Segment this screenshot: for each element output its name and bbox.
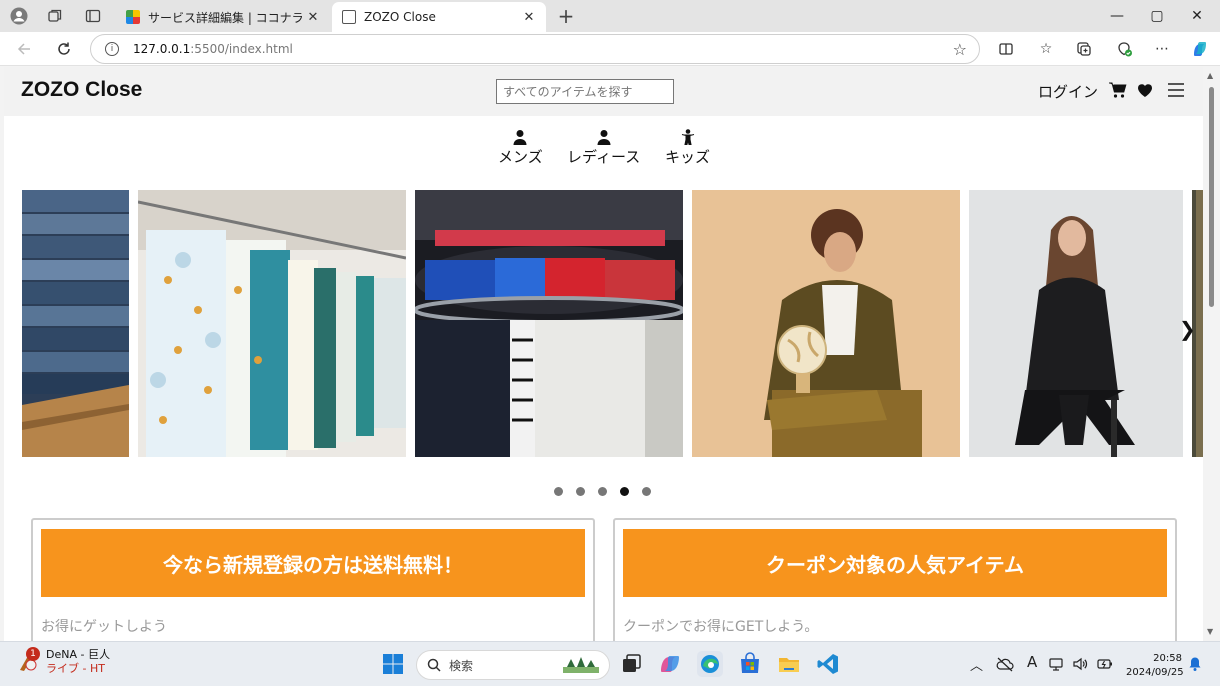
windows-start-icon[interactable] (380, 651, 406, 677)
collections-icon[interactable] (1072, 37, 1096, 61)
tab-coconala[interactable]: サービス詳細編集 | ココナラ ✕ (116, 2, 330, 32)
news-headline: DeNA - 巨人 (46, 648, 110, 661)
new-tab-button[interactable]: + (554, 4, 578, 28)
notification-badge: 1 (26, 647, 40, 661)
site-logo[interactable]: ZOZO Close (21, 78, 142, 102)
coconala-favicon-icon (126, 10, 140, 24)
clock-date: 2024/09/25 (1126, 667, 1184, 678)
child-icon (681, 129, 694, 145)
favorite-star-icon[interactable]: ☆ (953, 40, 967, 59)
url-path: :5500/index.html (190, 42, 293, 56)
network-icon[interactable] (1048, 656, 1064, 672)
scrollbar-thumb[interactable] (1209, 87, 1214, 307)
slide-woman-in-black-suit[interactable] (969, 190, 1183, 457)
close-tab-icon[interactable]: ✕ (302, 6, 324, 28)
ime-indicator[interactable]: A (1027, 653, 1037, 671)
notification-bell-icon[interactable] (1188, 656, 1202, 672)
show-hidden-icons[interactable]: ︿ (970, 655, 983, 674)
heart-icon[interactable] (1135, 80, 1155, 100)
split-screen-icon[interactable] (994, 37, 1018, 61)
slide-jeans-stack[interactable] (22, 190, 129, 457)
promo-subtitle: お得にゲットしよう (41, 619, 167, 635)
workspaces-icon[interactable] (44, 5, 66, 27)
page-favicon-icon (342, 10, 356, 24)
slide-round-clothing-rack[interactable] (415, 190, 683, 457)
site-header: ZOZO Close ログイン (4, 67, 1203, 116)
vscode-icon[interactable] (815, 651, 841, 677)
copilot-icon[interactable] (1188, 37, 1212, 61)
news-status: ライブ - HT (46, 662, 105, 675)
promo-banner-title: クーポン対象の人気アイテム (623, 529, 1167, 597)
tab-actions-icon[interactable] (82, 5, 104, 27)
close-window-button[interactable]: ✕ (1174, 0, 1220, 32)
category-ladies[interactable]: レディース (567, 129, 640, 167)
news-widget[interactable]: 1 DeNA - 巨人 ライブ - HT (16, 647, 110, 676)
tab-title: サービス詳細編集 | ココナラ (148, 10, 302, 25)
battery-icon[interactable] (1096, 656, 1114, 672)
tab-title: ZOZO Close (364, 10, 436, 24)
microsoft-store-icon[interactable] (737, 651, 763, 677)
user-icon (597, 130, 611, 145)
page-scrollbar[interactable]: ▲ ▼ (1203, 67, 1220, 641)
onedrive-offline-icon[interactable] (996, 656, 1014, 672)
browser-tab-bar: サービス詳細編集 | ココナラ ✕ ZOZO Close ✕ + — ▢ ✕ (0, 0, 1220, 32)
system-clock[interactable]: 20:58 2024/09/25 (1126, 652, 1184, 680)
profile-icon[interactable] (8, 5, 30, 27)
hamburger-menu-icon[interactable] (1166, 80, 1186, 100)
task-view-icon[interactable] (618, 651, 644, 677)
more-menu-icon[interactable]: ⋯ (1150, 37, 1174, 61)
taskbar-search-placeholder: 検索 (449, 658, 474, 673)
clock-time: 20:58 (1153, 653, 1182, 664)
carousel-next-arrow[interactable]: ❯ (1179, 317, 1196, 341)
login-link[interactable]: ログイン (1038, 81, 1098, 102)
promo-subtitle: クーポンでお得にGETしよう。 (623, 619, 819, 635)
carousel-dots (554, 487, 651, 496)
scroll-down-arrow-icon[interactable]: ▼ (1207, 627, 1213, 636)
category-kids[interactable]: キッズ (665, 129, 710, 167)
site-info-icon[interactable]: i (105, 42, 119, 56)
browser-essentials-icon[interactable] (1112, 37, 1136, 61)
url-field[interactable]: i 127.0.0.1:5500/index.html ☆ (90, 34, 980, 64)
promo-banner-title: 今なら新規登録の方は送料無料！ (41, 529, 585, 597)
address-toolbar: i 127.0.0.1:5500/index.html ☆ ☆ ⋯ (0, 32, 1220, 66)
windows-taskbar: 1 DeNA - 巨人 ライブ - HT 検索 ︿ A 20:58 2024/0… (0, 641, 1220, 686)
category-label: レディース (567, 148, 641, 166)
category-label: キッズ (665, 148, 711, 166)
search-highlight-icon (563, 657, 599, 673)
promo-card-free-shipping[interactable]: 今なら新規登録の方は送料無料！ お得にゲットしよう (31, 518, 595, 641)
search-icon (427, 658, 441, 672)
cart-icon[interactable] (1108, 80, 1128, 100)
image-carousel[interactable] (22, 190, 1203, 458)
close-tab-icon[interactable]: ✕ (518, 6, 540, 28)
url-host: 127.0.0.1 (133, 42, 191, 56)
tab-zozo-close[interactable]: ZOZO Close ✕ (332, 2, 546, 32)
carousel-dot[interactable] (598, 487, 607, 496)
carousel-dot-active[interactable] (620, 487, 629, 496)
user-icon (513, 130, 527, 145)
carousel-dot[interactable] (642, 487, 651, 496)
promo-card-coupon[interactable]: クーポン対象の人気アイテム クーポンでお得にGETしよう。 (613, 518, 1177, 641)
page-viewport: ZOZO Close ログイン メンズ レディース キッズ (4, 67, 1203, 641)
slide-baby-clothes-rack[interactable] (138, 190, 406, 457)
copilot-taskbar-icon[interactable] (657, 651, 683, 677)
volume-icon[interactable] (1072, 656, 1088, 672)
edge-browser-icon[interactable] (697, 651, 723, 677)
carousel-dot[interactable] (576, 487, 585, 496)
taskbar-search[interactable]: 検索 (416, 650, 610, 680)
favorites-icon[interactable]: ☆ (1034, 37, 1058, 61)
category-mens[interactable]: メンズ (498, 129, 543, 167)
category-label: メンズ (498, 148, 543, 166)
scroll-up-arrow-icon[interactable]: ▲ (1207, 71, 1213, 80)
carousel-dot[interactable] (554, 487, 563, 496)
back-button[interactable] (12, 37, 36, 61)
reload-button[interactable] (52, 37, 76, 61)
file-explorer-icon[interactable] (776, 651, 802, 677)
category-nav: メンズ レディース キッズ (4, 129, 1203, 171)
search-input[interactable] (496, 79, 674, 104)
slide-man-with-globe[interactable] (692, 190, 960, 457)
